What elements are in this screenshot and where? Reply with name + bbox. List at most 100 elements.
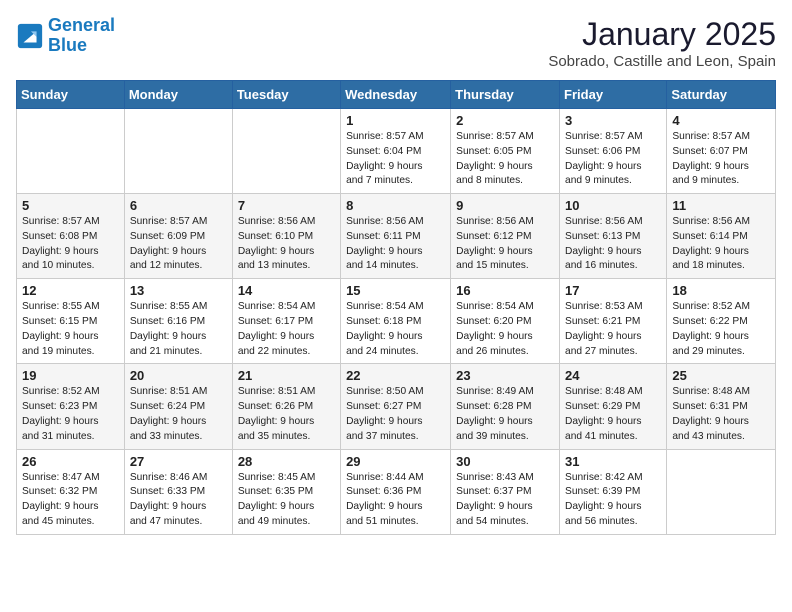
day-header-monday: Monday <box>124 81 232 109</box>
day-number: 15 <box>346 283 445 298</box>
calendar-cell: 13 Sunrise: 8:55 AM Sunset: 6:16 PM Dayli… <box>124 279 232 364</box>
calendar-cell: 21 Sunrise: 8:51 AM Sunset: 6:26 PM Dayli… <box>232 364 340 449</box>
day-number: 6 <box>130 198 227 213</box>
day-number: 1 <box>346 113 445 128</box>
logo-line1: General <box>48 15 115 35</box>
day-number: 26 <box>22 454 119 469</box>
day-number: 22 <box>346 368 445 383</box>
calendar-cell: 11 Sunrise: 8:56 AM Sunset: 6:14 PM Dayli… <box>667 194 776 279</box>
day-info: Sunrise: 8:49 AM Sunset: 6:28 PM Dayligh… <box>456 385 554 444</box>
calendar-cell: 7 Sunrise: 8:56 AM Sunset: 6:10 PM Daylig… <box>232 194 340 279</box>
day-header-tuesday: Tuesday <box>232 81 340 109</box>
location-title: Sobrado, Castille and Leon, Spain <box>548 53 776 70</box>
day-number: 17 <box>565 283 661 298</box>
day-header-wednesday: Wednesday <box>341 81 451 109</box>
calendar-cell <box>667 449 776 534</box>
calendar-table: SundayMondayTuesdayWednesdayThursdayFrid… <box>16 80 776 535</box>
day-number: 7 <box>238 198 335 213</box>
calendar-cell: 4Sunrise: 8:57 AM Sunset: 6:07 PM Daylig… <box>667 109 776 194</box>
calendar-cell <box>232 109 340 194</box>
day-number: 16 <box>456 283 554 298</box>
day-number: 5 <box>22 198 119 213</box>
calendar-cell: 17 Sunrise: 8:53 AM Sunset: 6:21 PM Dayli… <box>560 279 667 364</box>
calendar-cell: 9Sunrise: 8:56 AM Sunset: 6:12 PM Daylig… <box>451 194 560 279</box>
calendar-cell: 18 Sunrise: 8:52 AM Sunset: 6:22 PM Dayli… <box>667 279 776 364</box>
day-info: Sunrise: 8:57 AM Sunset: 6:09 PM Dayligh… <box>130 215 227 274</box>
day-info: Sunrise: 8:56 AM Sunset: 6:10 PM Dayligh… <box>238 215 335 274</box>
day-number: 23 <box>456 368 554 383</box>
day-info: Sunrise: 8:43 AM Sunset: 6:37 PM Dayligh… <box>456 471 554 530</box>
day-info: Sunrise: 8:45 AM Sunset: 6:35 PM Dayligh… <box>238 471 335 530</box>
day-number: 19 <box>22 368 119 383</box>
calendar-cell <box>124 109 232 194</box>
day-info: Sunrise: 8:54 AM Sunset: 6:17 PM Dayligh… <box>238 300 335 359</box>
calendar-cell: 12 Sunrise: 8:55 AM Sunset: 6:15 PM Dayli… <box>17 279 125 364</box>
day-number: 12 <box>22 283 119 298</box>
day-info: Sunrise: 8:57 AM Sunset: 6:08 PM Dayligh… <box>22 215 119 274</box>
calendar-cell <box>17 109 125 194</box>
day-info: Sunrise: 8:57 AM Sunset: 6:04 PM Dayligh… <box>346 130 445 189</box>
calendar-week-row: 1 Sunrise: 8:57 AM Sunset: 6:04 PM Daylig… <box>17 109 776 194</box>
day-info: Sunrise: 8:52 AM Sunset: 6:22 PM Dayligh… <box>672 300 770 359</box>
calendar-week-row: 5 Sunrise: 8:57 AM Sunset: 6:08 PM Daylig… <box>17 194 776 279</box>
day-number: 13 <box>130 283 227 298</box>
day-info: Sunrise: 8:54 AM Sunset: 6:20 PM Dayligh… <box>456 300 554 359</box>
day-number: 11 <box>672 198 770 213</box>
logo-icon <box>16 22 44 50</box>
logo: General Blue <box>16 16 115 56</box>
logo-line2: Blue <box>48 36 115 56</box>
calendar-cell: 10 Sunrise: 8:56 AM Sunset: 6:13 PM Dayli… <box>560 194 667 279</box>
day-header-friday: Friday <box>560 81 667 109</box>
day-info: Sunrise: 8:52 AM Sunset: 6:23 PM Dayligh… <box>22 385 119 444</box>
calendar-cell: 25Sunrise: 8:48 AM Sunset: 6:31 PM Dayli… <box>667 364 776 449</box>
calendar-header-row: SundayMondayTuesdayWednesdayThursdayFrid… <box>17 81 776 109</box>
day-info: Sunrise: 8:51 AM Sunset: 6:26 PM Dayligh… <box>238 385 335 444</box>
day-number: 27 <box>130 454 227 469</box>
day-info: Sunrise: 8:56 AM Sunset: 6:12 PM Dayligh… <box>456 215 554 274</box>
day-info: Sunrise: 8:56 AM Sunset: 6:13 PM Dayligh… <box>565 215 661 274</box>
calendar-cell: 26 Sunrise: 8:47 AM Sunset: 6:32 PM Dayli… <box>17 449 125 534</box>
calendar-cell: 15Sunrise: 8:54 AM Sunset: 6:18 PM Dayli… <box>341 279 451 364</box>
day-number: 30 <box>456 454 554 469</box>
day-info: Sunrise: 8:55 AM Sunset: 6:15 PM Dayligh… <box>22 300 119 359</box>
day-number: 28 <box>238 454 335 469</box>
day-number: 20 <box>130 368 227 383</box>
day-info: Sunrise: 8:48 AM Sunset: 6:29 PM Dayligh… <box>565 385 661 444</box>
day-number: 18 <box>672 283 770 298</box>
day-info: Sunrise: 8:47 AM Sunset: 6:32 PM Dayligh… <box>22 471 119 530</box>
calendar-cell: 24 Sunrise: 8:48 AM Sunset: 6:29 PM Dayli… <box>560 364 667 449</box>
title-block: January 2025 Sobrado, Castille and Leon,… <box>548 16 776 70</box>
calendar-cell: 31 Sunrise: 8:42 AM Sunset: 6:39 PM Dayli… <box>560 449 667 534</box>
day-info: Sunrise: 8:56 AM Sunset: 6:14 PM Dayligh… <box>672 215 770 274</box>
calendar-week-row: 19 Sunrise: 8:52 AM Sunset: 6:23 PM Dayli… <box>17 364 776 449</box>
day-info: Sunrise: 8:51 AM Sunset: 6:24 PM Dayligh… <box>130 385 227 444</box>
day-info: Sunrise: 8:46 AM Sunset: 6:33 PM Dayligh… <box>130 471 227 530</box>
page-header: General Blue January 2025 Sobrado, Casti… <box>16 16 776 70</box>
calendar-cell: 19 Sunrise: 8:52 AM Sunset: 6:23 PM Dayli… <box>17 364 125 449</box>
calendar-cell: 3Sunrise: 8:57 AM Sunset: 6:06 PM Daylig… <box>560 109 667 194</box>
calendar-cell: 30 Sunrise: 8:43 AM Sunset: 6:37 PM Dayli… <box>451 449 560 534</box>
day-number: 24 <box>565 368 661 383</box>
day-number: 10 <box>565 198 661 213</box>
day-info: Sunrise: 8:48 AM Sunset: 6:31 PM Dayligh… <box>672 385 770 444</box>
day-number: 31 <box>565 454 661 469</box>
calendar-cell: 2Sunrise: 8:57 AM Sunset: 6:05 PM Daylig… <box>451 109 560 194</box>
day-info: Sunrise: 8:44 AM Sunset: 6:36 PM Dayligh… <box>346 471 445 530</box>
calendar-cell: 20 Sunrise: 8:51 AM Sunset: 6:24 PM Dayli… <box>124 364 232 449</box>
day-info: Sunrise: 8:56 AM Sunset: 6:11 PM Dayligh… <box>346 215 445 274</box>
logo-text: General Blue <box>48 16 115 56</box>
calendar-cell: 28 Sunrise: 8:45 AM Sunset: 6:35 PM Dayli… <box>232 449 340 534</box>
calendar-cell: 16 Sunrise: 8:54 AM Sunset: 6:20 PM Dayli… <box>451 279 560 364</box>
day-info: Sunrise: 8:57 AM Sunset: 6:05 PM Dayligh… <box>456 130 554 189</box>
day-number: 21 <box>238 368 335 383</box>
calendar-cell: 27 Sunrise: 8:46 AM Sunset: 6:33 PM Dayli… <box>124 449 232 534</box>
day-number: 4 <box>672 113 770 128</box>
calendar-cell: 5 Sunrise: 8:57 AM Sunset: 6:08 PM Daylig… <box>17 194 125 279</box>
calendar-cell: 1 Sunrise: 8:57 AM Sunset: 6:04 PM Daylig… <box>341 109 451 194</box>
day-info: Sunrise: 8:50 AM Sunset: 6:27 PM Dayligh… <box>346 385 445 444</box>
day-info: Sunrise: 8:55 AM Sunset: 6:16 PM Dayligh… <box>130 300 227 359</box>
calendar-cell: 14Sunrise: 8:54 AM Sunset: 6:17 PM Dayli… <box>232 279 340 364</box>
day-info: Sunrise: 8:42 AM Sunset: 6:39 PM Dayligh… <box>565 471 661 530</box>
calendar-cell: 22 Sunrise: 8:50 AM Sunset: 6:27 PM Dayli… <box>341 364 451 449</box>
day-info: Sunrise: 8:53 AM Sunset: 6:21 PM Dayligh… <box>565 300 661 359</box>
